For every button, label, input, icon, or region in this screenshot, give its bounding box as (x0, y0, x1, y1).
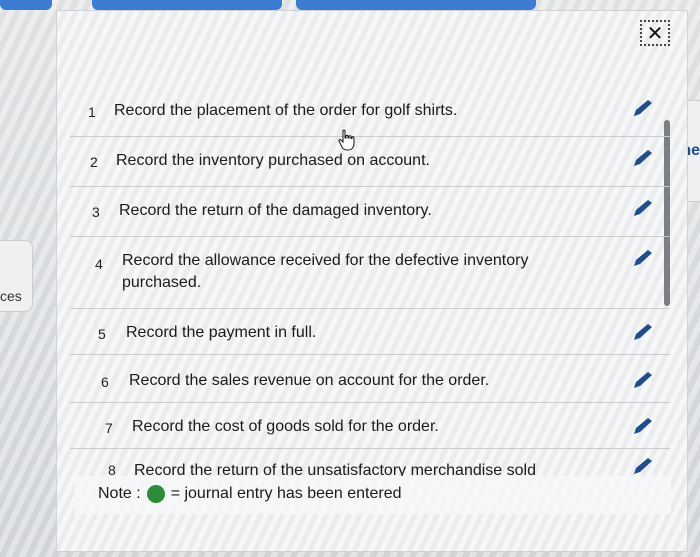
list-item[interactable]: 2 Record the inventory purchased on acco… (70, 136, 670, 187)
item-label[interactable]: Record the payment in full. (126, 322, 316, 344)
item-number: 2 (90, 154, 98, 170)
top-tab-middle (92, 0, 282, 10)
item-label[interactable]: Record the return of the unsatisfactory … (134, 460, 536, 476)
note-prefix: Note : (98, 485, 141, 502)
item-number: 8 (108, 462, 116, 476)
edit-pencil-icon[interactable] (630, 322, 656, 344)
item-label[interactable]: Record the sales revenue on account for … (129, 370, 489, 392)
close-icon: ✕ (646, 22, 664, 45)
edit-pencil-icon[interactable] (630, 248, 656, 270)
edit-pencil-icon[interactable] (630, 416, 656, 438)
item-number: 7 (105, 420, 113, 436)
edit-pencil-icon[interactable] (630, 98, 656, 120)
item-number: 5 (98, 326, 106, 342)
edit-pencil-icon[interactable] (630, 370, 656, 392)
edit-pencil-icon[interactable] (630, 456, 656, 476)
edit-pencil-icon[interactable] (630, 198, 656, 220)
list-item[interactable]: 1 Record the placement of the order for … (70, 88, 670, 137)
item-number: 1 (88, 104, 96, 120)
list-item[interactable]: 5 Record the payment in full. (70, 308, 670, 355)
item-label[interactable]: Record the cost of goods sold for the or… (132, 416, 439, 438)
list-item[interactable]: 4 Record the allowance received for the … (70, 236, 670, 309)
item-number: 6 (101, 374, 109, 390)
top-tab-left (0, 0, 52, 10)
item-label[interactable]: Record the placement of the order for go… (114, 100, 457, 122)
list-item[interactable]: 8 Record the return of the unsatisfactor… (70, 448, 670, 476)
list-item[interactable]: 7 Record the cost of goods sold for the … (70, 402, 670, 449)
left-side-card-label: ces (0, 288, 22, 304)
item-number: 3 (92, 204, 100, 220)
item-number: 4 (95, 256, 103, 272)
close-button[interactable]: ✕ (640, 20, 670, 46)
edit-pencil-icon[interactable] (630, 148, 656, 170)
hand-pointer-icon (338, 129, 355, 151)
item-label[interactable]: Record the return of the damaged invento… (119, 200, 432, 222)
entered-status-dot-icon (146, 485, 165, 503)
list-item[interactable]: 3 Record the return of the damaged inven… (70, 186, 670, 237)
top-tab-right (296, 0, 536, 10)
item-label[interactable]: Record the allowance received for the de… (122, 250, 592, 294)
list-item[interactable]: 6 Record the sales revenue on account fo… (70, 354, 670, 403)
item-label[interactable]: Record the inventory purchased on accoun… (116, 150, 430, 172)
legend-note: Note : = journal entry has been entered (98, 485, 402, 503)
note-suffix: = journal entry has been entered (170, 485, 402, 502)
